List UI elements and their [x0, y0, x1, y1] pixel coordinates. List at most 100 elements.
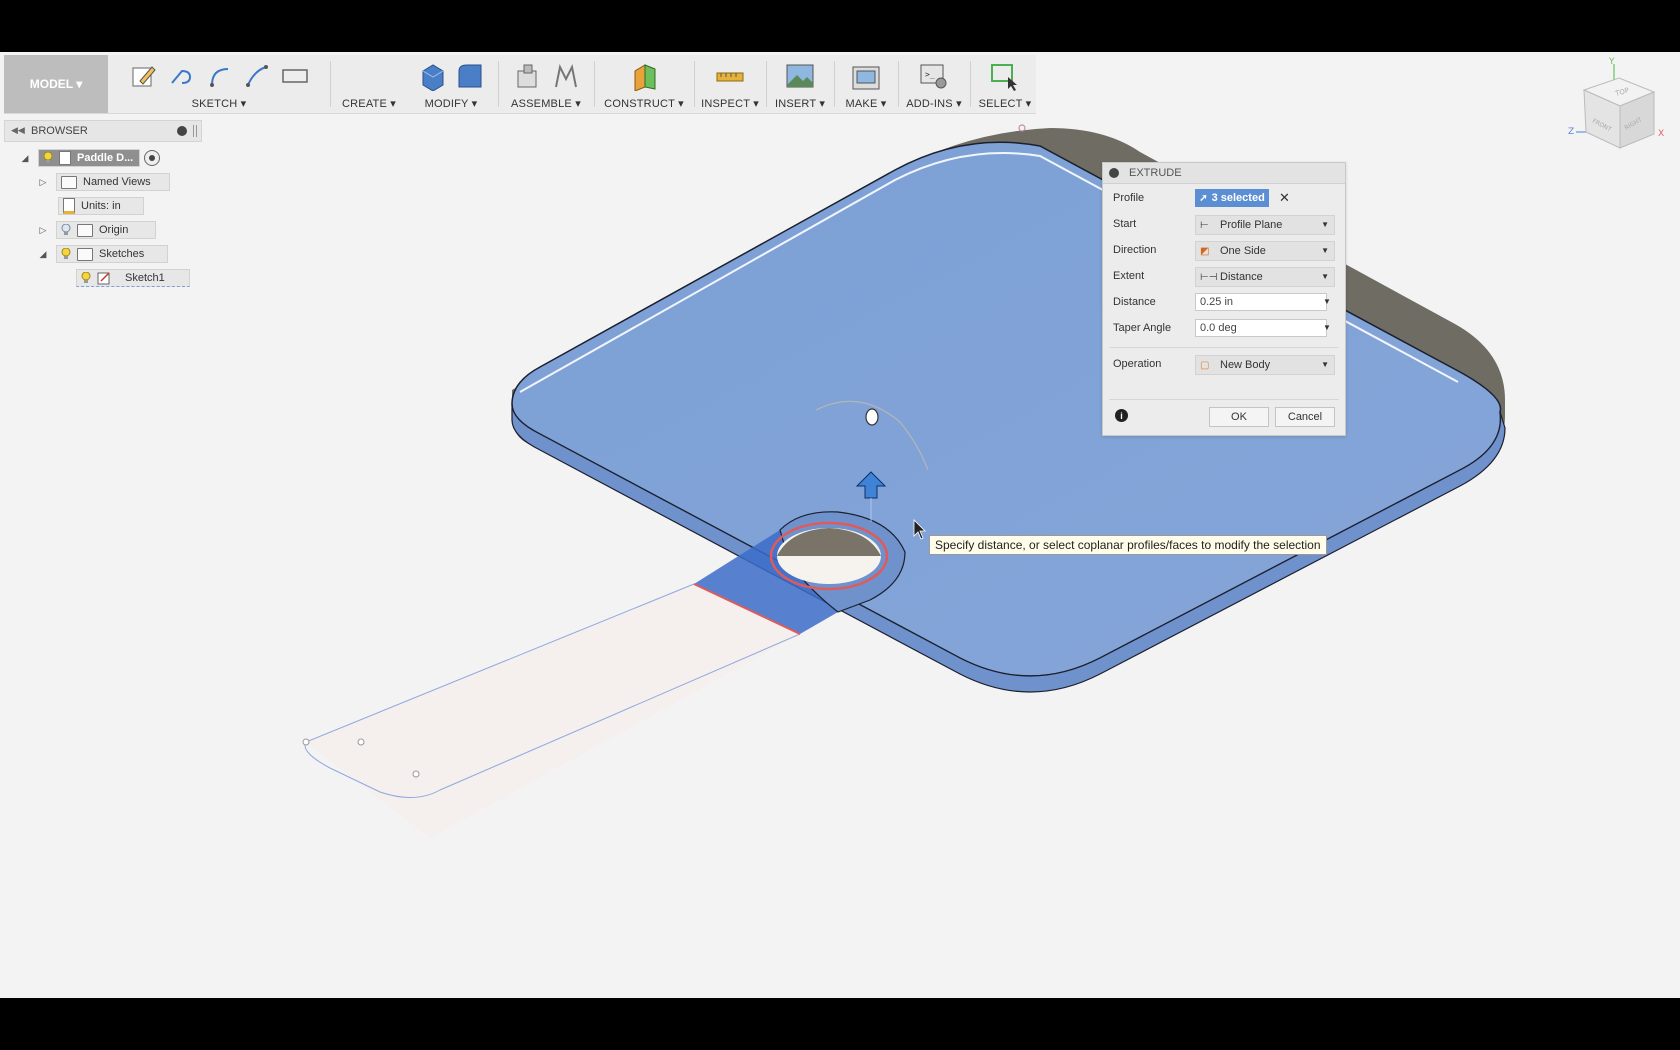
z-axis-label: Z	[1568, 127, 1574, 137]
select-icon[interactable]	[990, 61, 1020, 91]
assemble-menu[interactable]: ASSEMBLE ▾	[502, 97, 590, 110]
cursor-arrow-icon: ➚	[1199, 192, 1208, 204]
sketch-icon	[97, 272, 110, 285]
visibility-bulb-icon[interactable]	[43, 152, 53, 164]
folder-icon	[61, 175, 77, 189]
chevron-down-icon[interactable]: ▼	[1323, 323, 1331, 332]
tree-units[interactable]: Units: in	[58, 197, 144, 215]
folder-icon	[77, 223, 93, 237]
direction-dropdown[interactable]: ◩ One Side ▼	[1195, 241, 1335, 261]
insert-group: INSERT ▾	[770, 55, 830, 113]
new-component-icon[interactable]	[512, 61, 542, 91]
info-icon[interactable]: i	[1115, 409, 1128, 422]
collapse-browser-icon[interactable]: ◀◀	[11, 125, 25, 136]
main-toolbar: MODEL ▾ SKETCH ▾ CREATE ▾ MODIFY ▾ ASSEM…	[4, 55, 1036, 114]
fillet-icon[interactable]	[455, 61, 485, 91]
chevron-down-icon: ▼	[1321, 272, 1329, 281]
extrude-icon[interactable]	[417, 61, 447, 91]
distance-row: Distance 0.25 in ▼	[1103, 291, 1345, 313]
spline-icon[interactable]	[204, 61, 234, 91]
line-icon[interactable]	[166, 61, 196, 91]
select-menu[interactable]: SELECT ▾	[974, 97, 1036, 110]
fusion-app: MODEL ▾ SKETCH ▾ CREATE ▾ MODIFY ▾ ASSEM…	[0, 52, 1680, 998]
inspect-group: INSPECT ▾	[698, 55, 762, 113]
chevron-down-icon: ▼	[1321, 246, 1329, 255]
hover-tooltip: Specify distance, or select coplanar pro…	[929, 535, 1327, 555]
tree-origin[interactable]: ▷ Origin	[38, 221, 156, 239]
taper-angle-row: Taper Angle 0.0 deg ▼	[1103, 317, 1345, 339]
operation-row: Operation ▢ New Body ▼	[1103, 353, 1345, 375]
construct-menu[interactable]: CONSTRUCT ▾	[598, 97, 690, 110]
insert-menu[interactable]: INSERT ▾	[770, 97, 830, 110]
insert-image-icon[interactable]	[785, 61, 815, 91]
addins-group: >_ ADD-INS ▾	[902, 55, 966, 113]
tree-root[interactable]: ◢ Paddle D...	[20, 149, 161, 167]
taper-angle-input[interactable]: 0.0 deg	[1195, 319, 1327, 337]
svg-text:>_: >_	[925, 70, 935, 79]
ok-button[interactable]: OK	[1209, 407, 1269, 427]
minimize-dialog-icon[interactable]	[1109, 168, 1119, 178]
rectangle-icon[interactable]	[280, 61, 310, 91]
chevron-down-icon[interactable]: ▼	[1323, 297, 1331, 306]
3d-print-icon[interactable]	[851, 61, 881, 91]
select-group: SELECT ▾	[974, 55, 1036, 113]
profile-selection-chip[interactable]: ➚ 3 selected	[1195, 189, 1269, 207]
visibility-bulb-icon[interactable]	[81, 272, 91, 284]
chevron-down-icon: ▼	[1321, 360, 1329, 369]
units-document-icon	[63, 198, 75, 214]
3d-viewport[interactable]	[0, 52, 1680, 998]
arc-icon[interactable]	[242, 61, 272, 91]
viewcube[interactable]: TOP FRONT RIGHT Y Z X	[1564, 52, 1674, 162]
tree-sketches[interactable]: ◢ Sketches	[38, 245, 168, 263]
clear-selection-icon[interactable]: ✕	[1279, 190, 1290, 206]
collapse-triangle-icon[interactable]: ◢	[38, 249, 48, 259]
cancel-button[interactable]: Cancel	[1275, 407, 1335, 427]
distance-input[interactable]: 0.25 in	[1195, 293, 1327, 311]
addins-menu[interactable]: ADD-INS ▾	[902, 97, 966, 110]
browser-panel-header: ◀◀ BROWSER	[4, 120, 202, 142]
operation-dropdown[interactable]: ▢ New Body ▼	[1195, 355, 1335, 375]
chevron-down-icon: ▼	[1321, 220, 1329, 229]
profile-row: Profile ➚ 3 selected ✕	[1113, 189, 1290, 207]
minimize-icon[interactable]	[177, 126, 187, 136]
scripts-addins-icon[interactable]: >_	[919, 61, 949, 91]
create-menu[interactable]: CREATE ▾	[334, 97, 404, 110]
visibility-bulb-icon[interactable]	[61, 248, 71, 260]
panel-grip-icon[interactable]	[193, 125, 197, 137]
y-axis-label: Y	[1608, 57, 1615, 67]
collapse-triangle-icon[interactable]: ◢	[20, 153, 30, 163]
extent-row: Extent ⊢⊣ Distance ▼	[1103, 265, 1345, 287]
construct-group: CONSTRUCT ▾	[598, 55, 690, 113]
new-body-icon: ▢	[1200, 359, 1210, 371]
modify-menu[interactable]: MODIFY ▾	[408, 97, 494, 110]
start-dropdown[interactable]: ⊢ Profile Plane ▼	[1195, 215, 1335, 235]
workspace-switcher-button[interactable]: MODEL ▾	[4, 55, 108, 113]
direction-row: Direction ◩ One Side ▼	[1103, 239, 1345, 261]
offset-plane-icon[interactable]	[629, 61, 659, 91]
sketch-menu[interactable]: SKETCH ▾	[112, 97, 326, 110]
folder-icon	[77, 247, 93, 261]
create-sketch-icon[interactable]	[128, 61, 158, 91]
distance-icon: ⊢⊣	[1200, 271, 1218, 283]
inspect-menu[interactable]: INSPECT ▾	[698, 97, 762, 110]
extrude-dialog: EXTRUDE Profile ➚ 3 selected ✕ Start ⊢ P…	[1102, 162, 1346, 436]
one-side-icon: ◩	[1200, 245, 1210, 257]
expand-triangle-icon[interactable]: ▷	[38, 225, 48, 235]
profile-plane-icon: ⊢	[1200, 219, 1209, 231]
root-component-name: Paddle D...	[77, 152, 134, 164]
create-group: CREATE ▾	[334, 55, 404, 113]
tree-sketch1[interactable]: Sketch1	[76, 269, 190, 287]
expand-triangle-icon[interactable]: ▷	[38, 177, 48, 187]
activate-component-icon[interactable]	[144, 150, 161, 166]
measure-icon[interactable]	[715, 61, 745, 91]
extrude-dialog-header[interactable]: EXTRUDE	[1103, 163, 1345, 184]
visibility-bulb-icon[interactable]	[61, 224, 71, 236]
extent-dropdown[interactable]: ⊢⊣ Distance ▼	[1195, 267, 1335, 287]
document-icon	[59, 151, 71, 165]
start-row: Start ⊢ Profile Plane ▼	[1103, 213, 1345, 235]
sketch-handle-profile	[302, 583, 801, 838]
joint-icon[interactable]	[550, 61, 580, 91]
browser-title: BROWSER	[31, 125, 88, 137]
make-menu[interactable]: MAKE ▾	[838, 97, 894, 110]
tree-named-views[interactable]: ▷ Named Views	[38, 173, 170, 191]
